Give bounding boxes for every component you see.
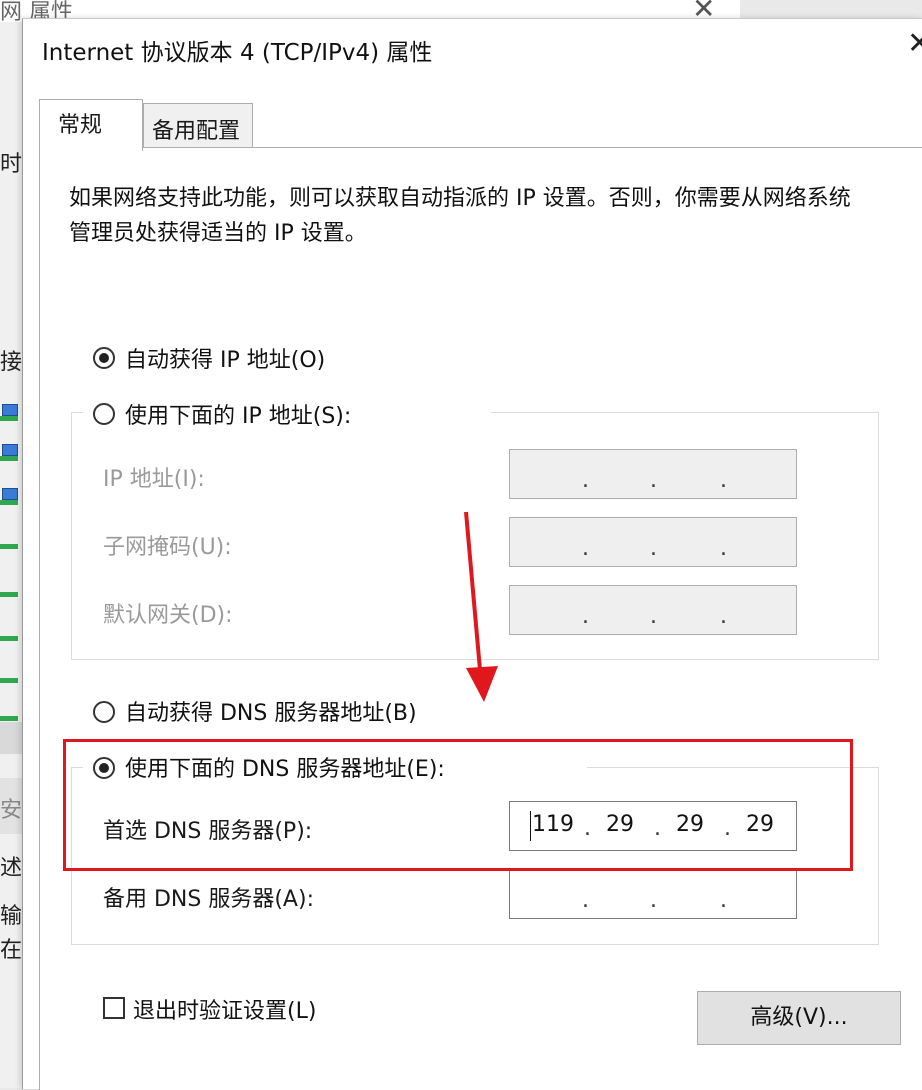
tab-general[interactable]: 常规	[39, 99, 143, 151]
annotation-arrow	[464, 511, 498, 702]
annotation-arrow-shaft	[464, 511, 482, 671]
annotation-arrow-head	[466, 666, 498, 702]
